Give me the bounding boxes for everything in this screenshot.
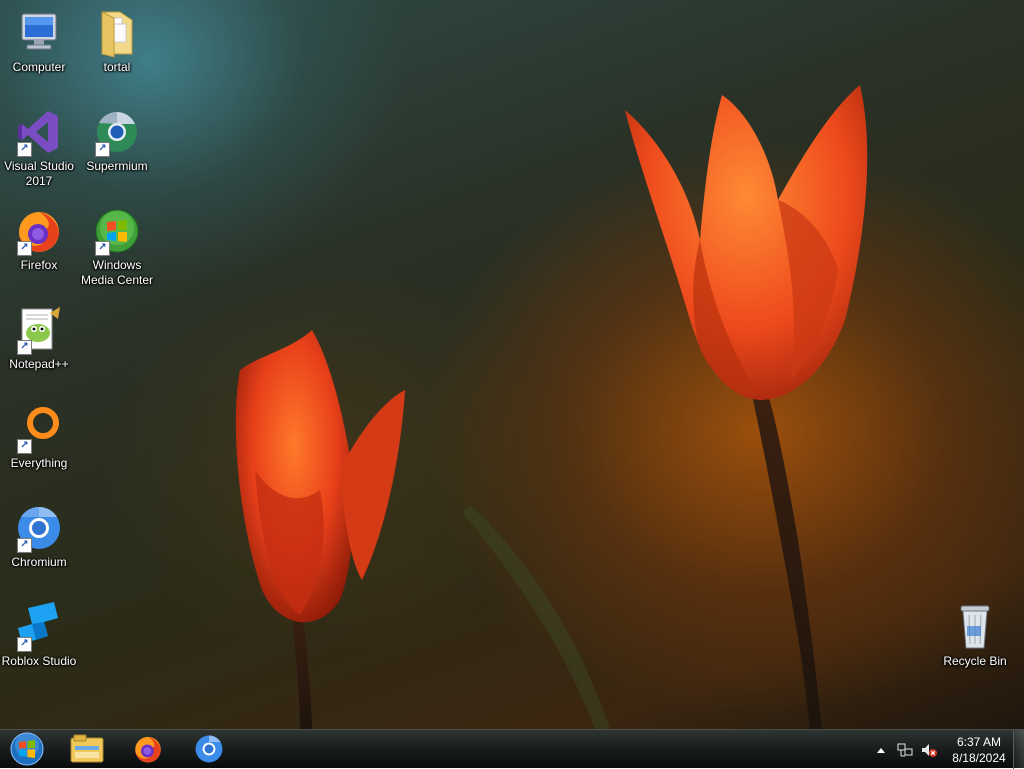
desktop-icon-label: Firefox — [20, 258, 58, 272]
folder-icon — [92, 8, 142, 58]
everything-icon: ↗ — [14, 404, 64, 454]
file-explorer-button[interactable] — [59, 732, 115, 766]
desktop-icon-label: Notepad++ — [9, 357, 69, 371]
visual-studio-icon: ↗ — [14, 107, 64, 157]
desktop-icon-everything[interactable]: ↗ Everything — [0, 404, 78, 471]
desktop-icon-label: Windows Media Center — [80, 258, 154, 287]
supermium-icon: ↗ — [92, 107, 142, 157]
desktop-icon-computer[interactable]: Computer — [0, 8, 78, 75]
volume-muted-icon[interactable] — [920, 741, 938, 759]
shortcut-arrow-icon: ↗ — [17, 142, 32, 157]
desktop-icon-label: Recycle Bin — [943, 654, 1007, 668]
firefox-icon — [132, 733, 164, 765]
desktop-icon-roblox-studio[interactable]: ↗ Roblox Studio — [0, 602, 78, 669]
show-hidden-icons-icon[interactable] — [872, 741, 890, 759]
desktop-icon-label: Supermium — [86, 159, 148, 173]
shortcut-arrow-icon: ↗ — [17, 241, 32, 256]
shortcut-arrow-icon: ↗ — [17, 538, 32, 553]
desktop-icon-tortal[interactable]: tortal — [78, 8, 156, 75]
start-button[interactable] — [0, 732, 54, 766]
windows-orb-icon — [9, 731, 45, 767]
desktop-icon-visual-studio[interactable]: ↗ Visual Studio 2017 — [0, 107, 78, 189]
desktop-icon-label: Roblox Studio — [1, 654, 77, 668]
desktop[interactable]: Computer tortal ↗ Visual Studio 2017 ↗ S… — [0, 0, 1024, 729]
chromium-icon: ↗ — [14, 503, 64, 553]
chromium-taskbar-button[interactable] — [181, 732, 237, 766]
desktop-icon-notepad-plus-plus[interactable]: ↗ Notepad++ — [0, 305, 78, 372]
desktop-icon-supermium[interactable]: ↗ Supermium — [78, 107, 156, 174]
chromium-icon — [193, 733, 225, 765]
file-explorer-icon — [70, 734, 104, 764]
computer-icon — [14, 8, 64, 58]
desktop-icon-recycle-bin[interactable]: Recycle Bin — [936, 602, 1014, 669]
network-icon[interactable] — [896, 741, 914, 759]
show-desktop-button[interactable] — [1013, 730, 1024, 769]
desktop-icon-label: Visual Studio 2017 — [4, 159, 74, 188]
shortcut-arrow-icon: ↗ — [95, 241, 110, 256]
desktop-icon-label: Everything — [10, 456, 68, 470]
shortcut-arrow-icon: ↗ — [17, 340, 32, 355]
clock-time: 6:37 AM — [956, 734, 1002, 749]
media-center-icon: ↗ — [92, 206, 142, 256]
taskbar: 6:37 AM 8/18/2024 — [0, 729, 1024, 769]
desktop-icon-chromium[interactable]: ↗ Chromium — [0, 503, 78, 570]
shortcut-arrow-icon: ↗ — [17, 637, 32, 652]
firefox-icon: ↗ — [14, 206, 64, 256]
notepadpp-icon: ↗ — [14, 305, 64, 355]
roblox-studio-icon: ↗ — [14, 602, 64, 652]
firefox-taskbar-button[interactable] — [120, 732, 176, 766]
clock[interactable]: 6:37 AM 8/18/2024 — [948, 734, 1010, 766]
clock-date: 8/18/2024 — [952, 750, 1006, 765]
desktop-icon-firefox[interactable]: ↗ Firefox — [0, 206, 78, 273]
recycle-bin-icon — [950, 602, 1000, 652]
desktop-icon-label: Chromium — [11, 555, 67, 569]
desktop-icon-label: Computer — [12, 60, 66, 74]
shortcut-arrow-icon: ↗ — [17, 439, 32, 454]
desktop-icon-label: tortal — [103, 60, 131, 74]
desktop-icon-windows-media-center[interactable]: ↗ Windows Media Center — [78, 206, 156, 288]
system-tray: 6:37 AM 8/18/2024 — [872, 730, 1010, 769]
shortcut-arrow-icon: ↗ — [95, 142, 110, 157]
